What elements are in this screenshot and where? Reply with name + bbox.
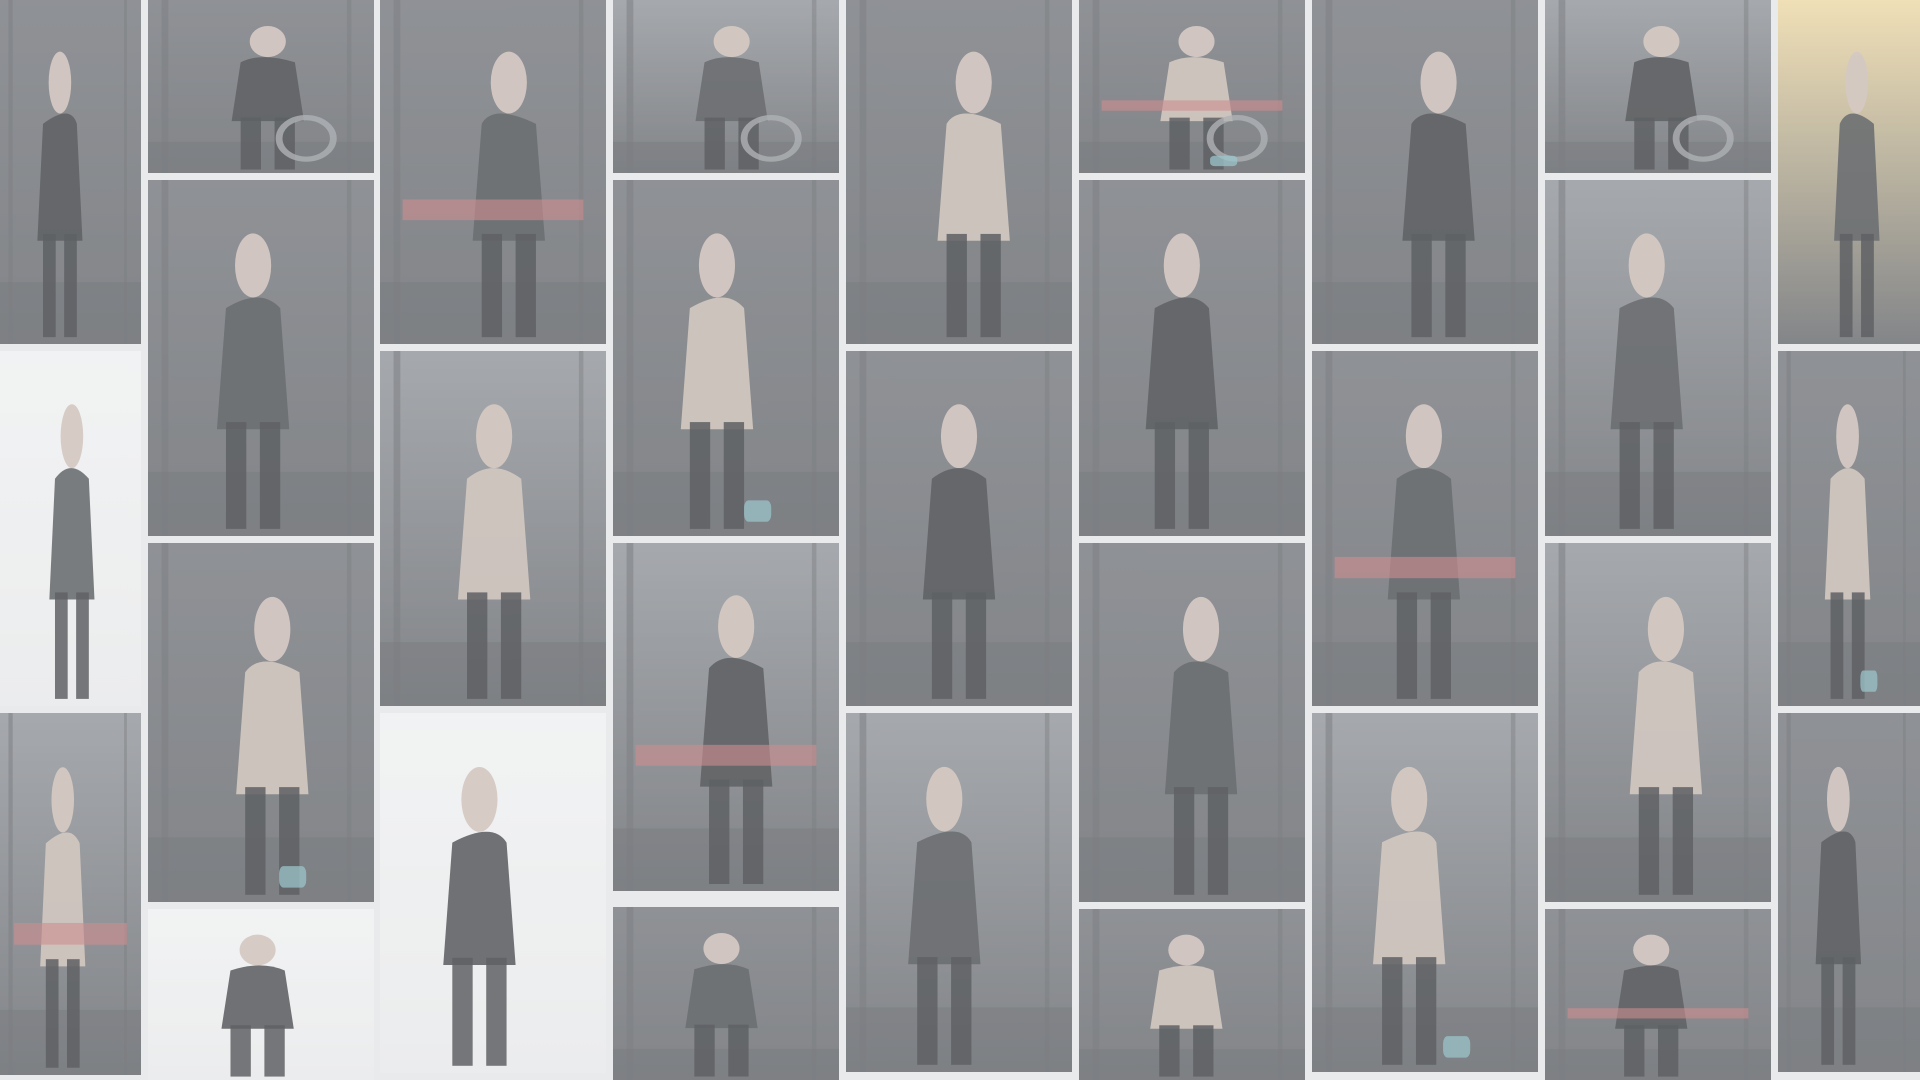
photo-man-battle-ropes [613,180,839,536]
photo-woman-box-jump [1778,713,1920,1072]
photo-hand-tying-sneaker [1079,909,1305,1080]
photo-woman-climbing-rope [1545,0,1771,173]
photo-woman-crunches-floor [613,907,839,1080]
photo-man-box-step [1079,0,1305,173]
photo-woman-jumping-pose [380,713,606,1073]
photo-man-pull-up-bar [1312,0,1538,344]
photo-barbell-weight-plate-closeup [846,0,1072,344]
photo-man-on-bench [380,351,606,706]
fitness-photo-collage [0,0,1920,1080]
photo-man-deadlift-barbell [1545,543,1771,902]
photo-man-with-kettlebell [148,543,374,902]
photo-blonde-woman-portrait [1778,351,1920,706]
photo-woman-holding-weight-plate [846,713,1072,1072]
photo-shirtless-athlete-with-barbell [0,0,141,344]
photo-woman-on-rowing-machine [0,713,141,1075]
photo-man-dumbbells-yellow-backdrop [1778,0,1920,344]
photo-woman-leg-press-machine [613,0,839,173]
photo-woman-legs-sneakers [380,0,606,344]
photo-trainer-and-client-rowing [1079,543,1305,902]
photo-woman-kettlebell-overhead [1312,351,1538,706]
photo-man-black-tank-top [846,351,1072,706]
photo-woman-with-protein-shaker [1079,180,1305,536]
photo-woman-stretching-leg [0,351,141,706]
photo-woman-torso-sportswear [148,0,374,173]
photo-man-resistance-band [1545,180,1771,536]
photo-woman-seated-machine [1312,713,1538,1072]
photo-couple-flexing-biceps [148,909,374,1080]
photo-woman-kneeling-stretch [148,180,374,536]
photo-woman-ponytail-gym [1545,909,1771,1080]
photo-man-leg-extension-machine [613,543,839,891]
